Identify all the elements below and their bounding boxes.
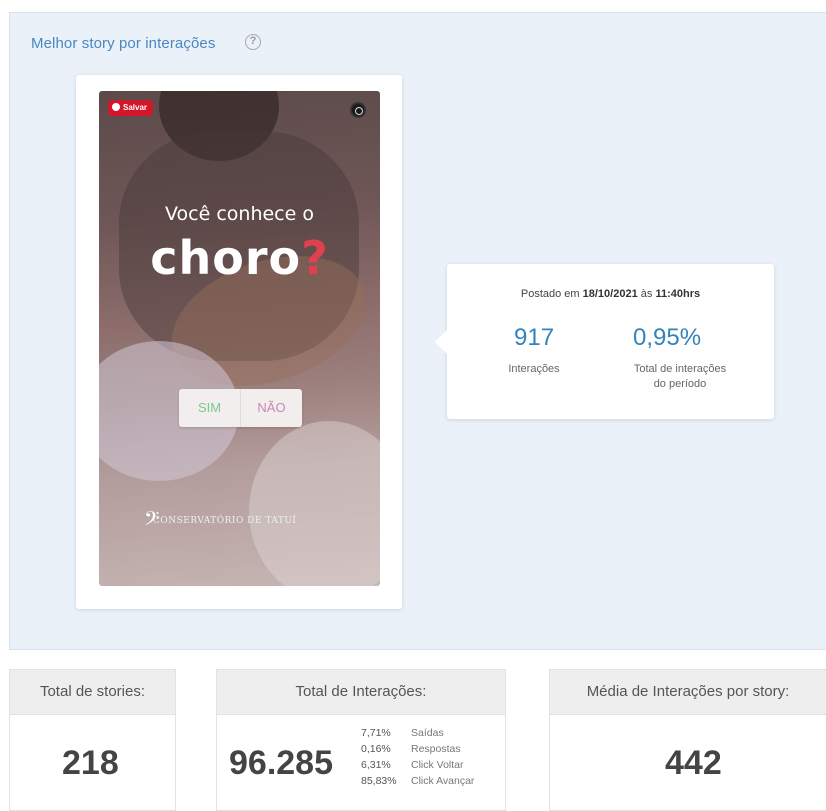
story-light [249, 421, 380, 586]
share-label-line-2: do período [653, 378, 707, 390]
story-poll: SIM NÃO [179, 389, 302, 427]
interactions-breakdown: 7,71% Saídas 0,16% Respostas 6,31% Click… [361, 727, 474, 791]
breakdown-label: Respostas [411, 743, 461, 755]
poll-yes: SIM [179, 389, 241, 427]
total-stories-box: Total de stories: 218 [9, 669, 176, 811]
total-interactions-box: Total de Interações: 96.285 7,71% Saídas… [216, 669, 506, 811]
question-circle-icon[interactable]: ? [245, 34, 261, 50]
breakdown-label: Click Avançar [411, 775, 475, 787]
save-badge[interactable]: Salvar [108, 100, 154, 116]
story-info-card: Postado em 18/10/2021 às 11:40hrs 917 In… [435, 264, 774, 419]
average-interactions-value: 442 [665, 744, 722, 782]
story-footer-text: CONSERVATÓRIO DE TATUÍ [153, 516, 297, 526]
breakdown-label: Saídas [411, 727, 444, 739]
breakdown-row: 85,83% Click Avançar [361, 775, 474, 791]
posted-date-value: 18/10/2021 [582, 288, 638, 300]
story-preview-image[interactable]: Salvar Você conhece o choro? SIM NÃO 𝄢 C… [99, 91, 380, 586]
interactions-label: Interações [508, 363, 560, 375]
story-card[interactable]: Salvar Você conhece o choro? SIM NÃO 𝄢 C… [76, 75, 402, 609]
breakdown-pct: 7,71% [361, 727, 391, 739]
lens-icon[interactable] [350, 102, 366, 118]
breakdown-row: 6,31% Click Voltar [361, 759, 474, 775]
breakdown-pct: 85,83% [361, 775, 397, 787]
story-headline-word: choro [150, 231, 302, 285]
breakdown-pct: 6,31% [361, 759, 391, 771]
total-interactions-value: 96.285 [229, 744, 333, 782]
best-story-panel: Melhor story por interações ? Salvar Voc… [9, 12, 826, 650]
pinterest-icon [112, 102, 120, 111]
story-question-text: Você conhece o [165, 203, 314, 225]
interactions-value: 917 [514, 324, 555, 351]
posted-time-value: 11:40hrs [655, 288, 701, 300]
story-headline: choro? [99, 231, 380, 285]
breakdown-pct: 0,16% [361, 743, 391, 755]
total-stories-header: Total de stories: [10, 670, 175, 715]
average-interactions-box: Média de Interações por story: 442 [549, 669, 826, 811]
breakdown-row: 0,16% Respostas [361, 743, 474, 759]
poll-no: NÃO [257, 400, 286, 415]
posted-mid: às [640, 288, 653, 300]
breakdown-label: Click Voltar [411, 759, 464, 771]
posted-date: Postado em 18/10/2021 às 11:40hrs [447, 288, 774, 300]
total-stories-value: 218 [62, 744, 119, 782]
story-headline-mark: ? [301, 231, 329, 285]
breakdown-row: 7,71% Saídas [361, 727, 474, 743]
share-label-line-1: Total de interações [633, 363, 727, 375]
share-value: 0,95% [633, 324, 702, 351]
posted-prefix: Postado em [520, 288, 580, 300]
share-label: Total de interações do período [605, 362, 755, 392]
panel-title: Melhor story por interações [31, 35, 216, 52]
average-interactions-header: Média de Interações por story: [550, 670, 826, 715]
save-label: Salvar [123, 103, 148, 112]
total-interactions-header: Total de Interações: [217, 670, 505, 715]
